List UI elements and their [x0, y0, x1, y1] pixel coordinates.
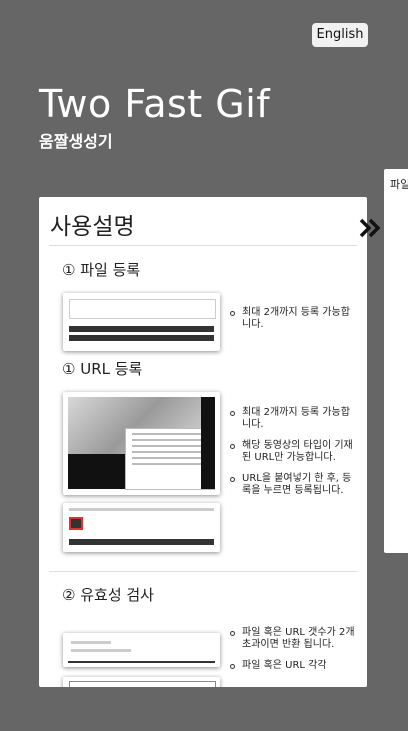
file-row-illustration — [69, 335, 214, 341]
section-heading-file-upload: ① 파일 등록 — [62, 261, 141, 279]
section-heading-url: ① URL 등록 — [62, 360, 143, 378]
note-item: 해당 동영상의 타입이 기재된 URL만 가능합니다. — [230, 440, 355, 464]
url-text-illustration — [69, 508, 214, 511]
validation-notes: 파일 혹은 URL 갯수가 2개 초과이면 반환 됩니다. 파일 혹은 URL … — [230, 627, 355, 681]
video-sidebar-illustration — [201, 397, 215, 489]
note-item: 최대 2개까지 등록 가능합니다. — [230, 307, 355, 331]
guide-divider — [49, 245, 357, 246]
register-button-illustration — [69, 517, 83, 530]
note-item: URL을 붙여넣기 한 후, 등록을 누르면 등록됩니다. — [230, 473, 355, 497]
file-side-panel: 파일 — [384, 169, 408, 553]
note-item: 파일 혹은 URL 각각 — [230, 660, 355, 672]
file-upload-screenshot — [63, 293, 220, 351]
double-chevron-right-icon[interactable] — [358, 216, 384, 240]
validation-screenshot — [63, 633, 220, 667]
app-subtitle: 움짤생성기 — [39, 132, 113, 151]
app-title: Two Fast Gif — [39, 82, 271, 126]
url-notes: 최대 2개까지 등록 가능합니다. 해당 동영상의 타입이 기재된 URL만 가… — [230, 407, 355, 506]
section-divider — [49, 571, 357, 572]
dropzone-illustration — [69, 299, 216, 319]
language-toggle-button[interactable]: English — [312, 23, 368, 47]
url-input-screenshot — [63, 503, 220, 552]
file-row-illustration — [69, 326, 214, 332]
note-item: 최대 2개까지 등록 가능합니다. — [230, 407, 355, 431]
side-panel-label: 파일 — [390, 178, 408, 191]
validation-screenshot-2 — [63, 677, 220, 687]
note-item: 파일 혹은 URL 갯수가 2개 초과이면 반환 됩니다. — [230, 627, 355, 651]
url-row-illustration — [69, 539, 214, 545]
file-upload-notes: 최대 2개까지 등록 가능합니다. — [230, 307, 355, 340]
section-heading-validation: ② 유효성 검사 — [62, 586, 154, 604]
guide-title: 사용설명 — [50, 214, 135, 240]
url-video-screenshot — [63, 392, 220, 495]
usage-guide-panel: 사용설명 ① 파일 등록 최대 2개까지 등록 가능합니다. ① URL 등록 … — [39, 197, 367, 687]
